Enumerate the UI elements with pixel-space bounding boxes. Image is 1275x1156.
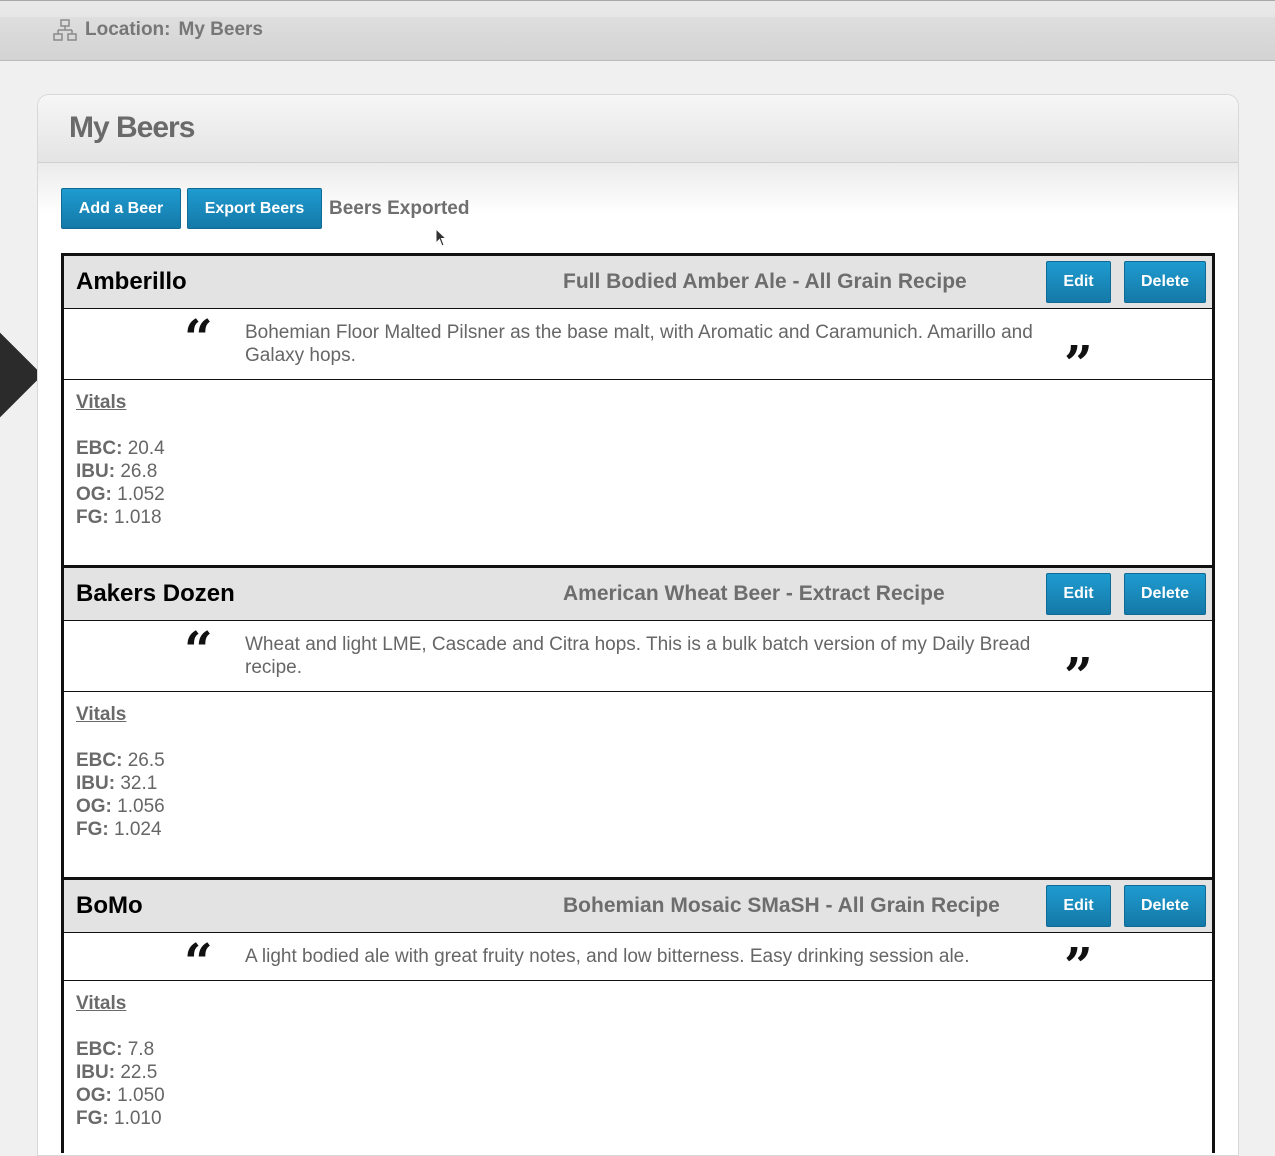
- topbar-shine: [0, 1, 1275, 17]
- edit-button[interactable]: Edit: [1046, 261, 1111, 303]
- vitals-heading: Vitals: [76, 392, 127, 413]
- location-prefix: Location:: [85, 19, 171, 40]
- beer-description: Wheat and light LME, Cascade and Citra h…: [245, 634, 1031, 678]
- edit-button[interactable]: Edit: [1046, 885, 1111, 927]
- add-beer-button[interactable]: Add a Beer: [61, 188, 181, 229]
- breadcrumb: Location: My Beers: [53, 18, 271, 42]
- beer-name: BoMo: [76, 892, 143, 919]
- open-quote-icon: “: [184, 308, 213, 367]
- page-title: My Beers: [69, 111, 195, 144]
- beer-description: A light bodied ale with great fruity not…: [245, 946, 970, 967]
- vital-og: OG: 1.056: [76, 796, 165, 817]
- delete-button[interactable]: Delete: [1124, 261, 1206, 303]
- vitals-section: Vitals EBC: 20.4 IBU: 26.8 OG: 1.052 FG:…: [64, 380, 1212, 565]
- beer-description-row: “ Wheat and light LME, Cascade and Citra…: [64, 620, 1212, 701]
- beer-header: BoMo Bohemian Mosaic SMaSH - All Grain R…: [64, 880, 1212, 933]
- export-status: Beers Exported: [329, 197, 470, 219]
- vital-ibu: IBU: 26.8: [76, 461, 158, 482]
- vitals-list: EBC: 26.5 IBU: 32.1 OG: 1.056 FG: 1.024: [76, 749, 1200, 841]
- vitals-section: Vitals EBC: 26.5 IBU: 32.1 OG: 1.056 FG:…: [64, 692, 1212, 877]
- vital-ibu: IBU: 22.5: [76, 1062, 158, 1083]
- vital-og: OG: 1.052: [76, 484, 165, 505]
- vital-ebc: EBC: 7.8: [76, 1039, 155, 1060]
- location-label: Location: My Beers: [85, 19, 271, 41]
- vital-og: OG: 1.050: [76, 1085, 165, 1106]
- export-beers-button[interactable]: Export Beers: [187, 188, 322, 229]
- location-bar: Location: My Beers: [0, 0, 1275, 61]
- vitals-section: Vitals EBC: 7.8 IBU: 22.5 OG: 1.050 FG: …: [64, 981, 1212, 1153]
- close-quote-icon: ”: [1064, 936, 1093, 995]
- beer-style: Full Bodied Amber Ale - All Grain Recipe: [563, 270, 967, 293]
- beer-header: Amberillo Full Bodied Amber Ale - All Gr…: [64, 256, 1212, 309]
- beer-description-row: “ A light bodied ale with great fruity n…: [64, 933, 1212, 991]
- beer-card: BoMo Bohemian Mosaic SMaSH - All Grain R…: [64, 877, 1212, 1153]
- delete-button[interactable]: Delete: [1124, 573, 1206, 615]
- edit-button[interactable]: Edit: [1046, 573, 1111, 615]
- beer-description: Bohemian Floor Malted Pilsner as the bas…: [245, 322, 1033, 366]
- panel-header: My Beers: [38, 95, 1238, 163]
- toolbar: Add a Beer Export Beers Beers Exported: [61, 188, 469, 229]
- close-quote-icon: ”: [1064, 334, 1093, 393]
- open-quote-icon: “: [184, 620, 213, 679]
- beer-card: Amberillo Full Bodied Amber Ale - All Gr…: [64, 253, 1212, 565]
- sitemap-icon: [53, 19, 77, 41]
- vital-ebc: EBC: 20.4: [76, 438, 165, 459]
- beer-name: Amberillo: [76, 268, 187, 295]
- location-value[interactable]: My Beers: [179, 19, 264, 40]
- vital-ibu: IBU: 32.1: [76, 773, 158, 794]
- vital-fg: FG: 1.018: [76, 507, 162, 528]
- beer-list: Amberillo Full Bodied Amber Ale - All Gr…: [61, 253, 1215, 1153]
- close-quote-icon: ”: [1064, 646, 1093, 705]
- beer-name: Bakers Dozen: [76, 580, 235, 607]
- vitals-heading: Vitals: [76, 993, 127, 1014]
- beer-card: Bakers Dozen American Wheat Beer - Extra…: [64, 565, 1212, 877]
- beer-style: Bohemian Mosaic SMaSH - All Grain Recipe: [563, 894, 1000, 917]
- open-quote-icon: “: [184, 932, 213, 991]
- beer-description-row: “ Bohemian Floor Malted Pilsner as the b…: [64, 308, 1212, 389]
- vital-fg: FG: 1.024: [76, 819, 162, 840]
- vitals-list: EBC: 7.8 IBU: 22.5 OG: 1.050 FG: 1.010: [76, 1038, 1200, 1130]
- beer-style: American Wheat Beer - Extract Recipe: [563, 582, 945, 605]
- vital-ebc: EBC: 26.5: [76, 750, 165, 771]
- mouse-cursor-icon: [435, 228, 447, 247]
- vitals-heading: Vitals: [76, 704, 127, 725]
- vitals-list: EBC: 20.4 IBU: 26.8 OG: 1.052 FG: 1.018: [76, 437, 1200, 529]
- beer-header: Bakers Dozen American Wheat Beer - Extra…: [64, 568, 1212, 621]
- delete-button[interactable]: Delete: [1124, 885, 1206, 927]
